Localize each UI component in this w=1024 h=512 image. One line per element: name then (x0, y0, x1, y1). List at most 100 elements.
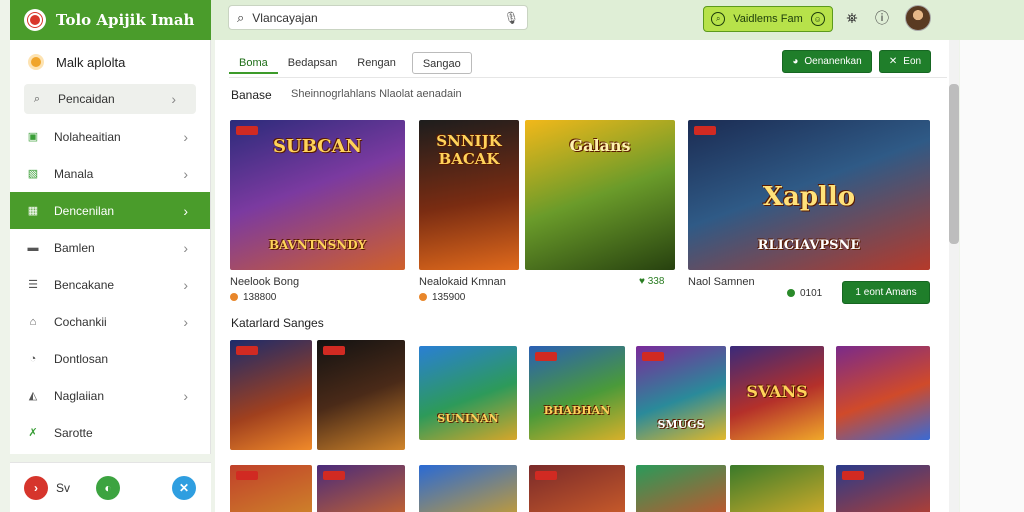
sidebar-item-label: Bencakane (54, 277, 115, 292)
sidebar-item-label: Manala (54, 166, 94, 181)
tabs-divider (229, 77, 947, 78)
hot-badge (842, 471, 864, 480)
chevron-right-icon: › (183, 239, 188, 256)
sidebar-item-label: Pencaidan (58, 92, 115, 106)
close-icon[interactable]: ✕ (172, 475, 197, 500)
chevron-right-icon: › (183, 165, 188, 182)
art-title: SNNIJK BACAK (436, 132, 502, 168)
hot-badge (323, 346, 345, 355)
avatar[interactable] (905, 5, 931, 31)
art-title: BHABHAN (543, 404, 611, 417)
folder-icon: ▬ (27, 241, 39, 254)
vertical-scrollbar[interactable] (949, 40, 959, 512)
microphone-icon[interactable]: 🎙 (504, 11, 519, 25)
close-icon: ✕ (888, 56, 898, 67)
sidebar-footer-label: Sv (56, 480, 71, 495)
chart-icon: ◭ (28, 390, 38, 402)
hot-badge (323, 471, 345, 480)
primary-action-button[interactable]: ◕ Oenanenkan (782, 50, 872, 73)
collection-game-5[interactable]: SMUGS (636, 346, 726, 440)
collection-game-3[interactable]: SUNINAN (419, 346, 517, 440)
home-icon: ⌂ (29, 315, 37, 328)
chevron-right-icon: › (171, 91, 176, 107)
game-count: 138800 (230, 292, 276, 303)
art-subtitle: BAVNTNSNDY (268, 238, 367, 252)
sidebar-item-6[interactable]: ⌂ Cochankii › (10, 303, 210, 340)
list-icon: ☰ (28, 279, 38, 291)
collection-game-4[interactable]: BHABHAN (529, 346, 625, 440)
top-cta-button[interactable]: ⌕ Vaidlems Fam ☺ (703, 6, 833, 32)
app-brand[interactable]: Tolo Apijik Imah (10, 0, 211, 40)
collection-game-8[interactable] (230, 465, 312, 512)
tab-2[interactable]: Bedapsan (278, 52, 348, 74)
sidebar-item-label: Sarotte (54, 425, 93, 440)
sidebar-item-2[interactable]: ▧ Manala › (10, 155, 210, 192)
collection-title: Katarlard Sanges (231, 316, 324, 330)
tab-3[interactable]: Rengan (347, 52, 406, 74)
secondary-action-button[interactable]: ✕ Eon (879, 50, 931, 73)
play-icon (787, 289, 795, 298)
featured-game-1[interactable]: SUBCAN BAVNTNSNDY (230, 120, 405, 270)
tab-1[interactable]: Boma (229, 52, 278, 74)
chat-icon: ◔ (29, 352, 37, 365)
collection-game-2[interactable] (317, 340, 405, 450)
collection-game-6[interactable]: SVANS (730, 346, 824, 440)
chat-bubble-icon[interactable]: ◐ (96, 475, 121, 500)
scrollbar-thumb[interactable] (949, 84, 959, 244)
search-input[interactable] (252, 10, 504, 25)
featured-game-3[interactable]: Galans (525, 120, 675, 270)
sidebar-item-9[interactable]: ✗ Sarotte (10, 414, 210, 451)
coin-icon (419, 293, 427, 302)
featured-play-button[interactable]: 1 eont Amans (842, 281, 930, 304)
art-subtitle: RLICIAVPSNE (757, 238, 861, 253)
collection-game-10[interactable] (419, 465, 517, 512)
chevron-right-icon: › (183, 313, 188, 330)
sidebar-item-4[interactable]: ▬ Bamlen › (10, 229, 210, 266)
collection-game-14[interactable] (836, 465, 930, 512)
tab-bar: Boma Bedapsan Rengan Sangao (229, 52, 472, 74)
coin-icon (230, 293, 238, 302)
main-content: Boma Bedapsan Rengan Sangao ◕ Oenanenkan… (215, 40, 949, 512)
sidebar-item-3[interactable]: ▦ Dencenilan › (10, 192, 210, 229)
bell-icon[interactable]: ⛯ (843, 9, 861, 27)
sidebar-item-label: Naglaiian (54, 388, 105, 403)
game-count-value: 135900 (432, 292, 466, 303)
game-count-value: 138800 (243, 292, 277, 303)
sidebar-header-label: Malk aplolta (56, 54, 126, 70)
sidebar-item-1[interactable]: ▣ Nolaheaitian › (10, 118, 210, 155)
sidebar-item-7[interactable]: ◔ Dontlosan (10, 340, 210, 377)
art-title: SUNINAN (437, 412, 499, 425)
collection-game-13[interactable] (730, 465, 824, 512)
help-icon[interactable]: ⓘ (873, 9, 891, 27)
featured-game-2[interactable]: SNNIJK BACAK (419, 120, 519, 270)
art-title: SMUGS (657, 418, 705, 431)
collection-game-7[interactable] (836, 346, 930, 440)
chevron-right-icon: › (183, 128, 188, 145)
hot-badge (535, 471, 557, 480)
game-name: Naol Samnen (688, 276, 755, 288)
chevron-right-icon: › (183, 276, 188, 293)
collection-game-1[interactable] (230, 340, 312, 450)
sidebar-item-8[interactable]: ◭ Naglaiian › (10, 377, 210, 414)
sidebar-item-5[interactable]: ☰ Bencakane › (10, 266, 210, 303)
play-icon[interactable]: › (24, 475, 48, 500)
top-cta-label: Vaidlems Fam (733, 13, 803, 25)
like-count: ♥ 338 (639, 276, 665, 287)
search-box[interactable]: ⌕ 🎙 (228, 5, 528, 30)
app-badge-icon (28, 54, 44, 70)
app-title: Tolo Apijik Imah (56, 11, 195, 29)
collection-game-9[interactable] (317, 465, 405, 512)
leaf-icon: ✗ (28, 427, 38, 439)
hot-badge (642, 352, 664, 361)
tab-4[interactable]: Sangao (411, 52, 472, 74)
collection-game-12[interactable] (636, 465, 726, 512)
search-icon: ⌕ (33, 92, 41, 105)
featured-game-4[interactable]: Xapllo RLICIAVPSNE (688, 120, 930, 270)
sidebar-item-label: Bamlen (54, 240, 95, 255)
collection-game-11[interactable] (529, 465, 625, 512)
grid-icon: ▦ (27, 205, 39, 217)
sidebar-item-search[interactable]: ⌕ Pencaidan › (24, 84, 196, 114)
right-panel (960, 40, 1024, 512)
sidebar-header[interactable]: Malk aplolta (10, 40, 210, 84)
game-name: Nealokaid Kmnan (419, 276, 506, 288)
